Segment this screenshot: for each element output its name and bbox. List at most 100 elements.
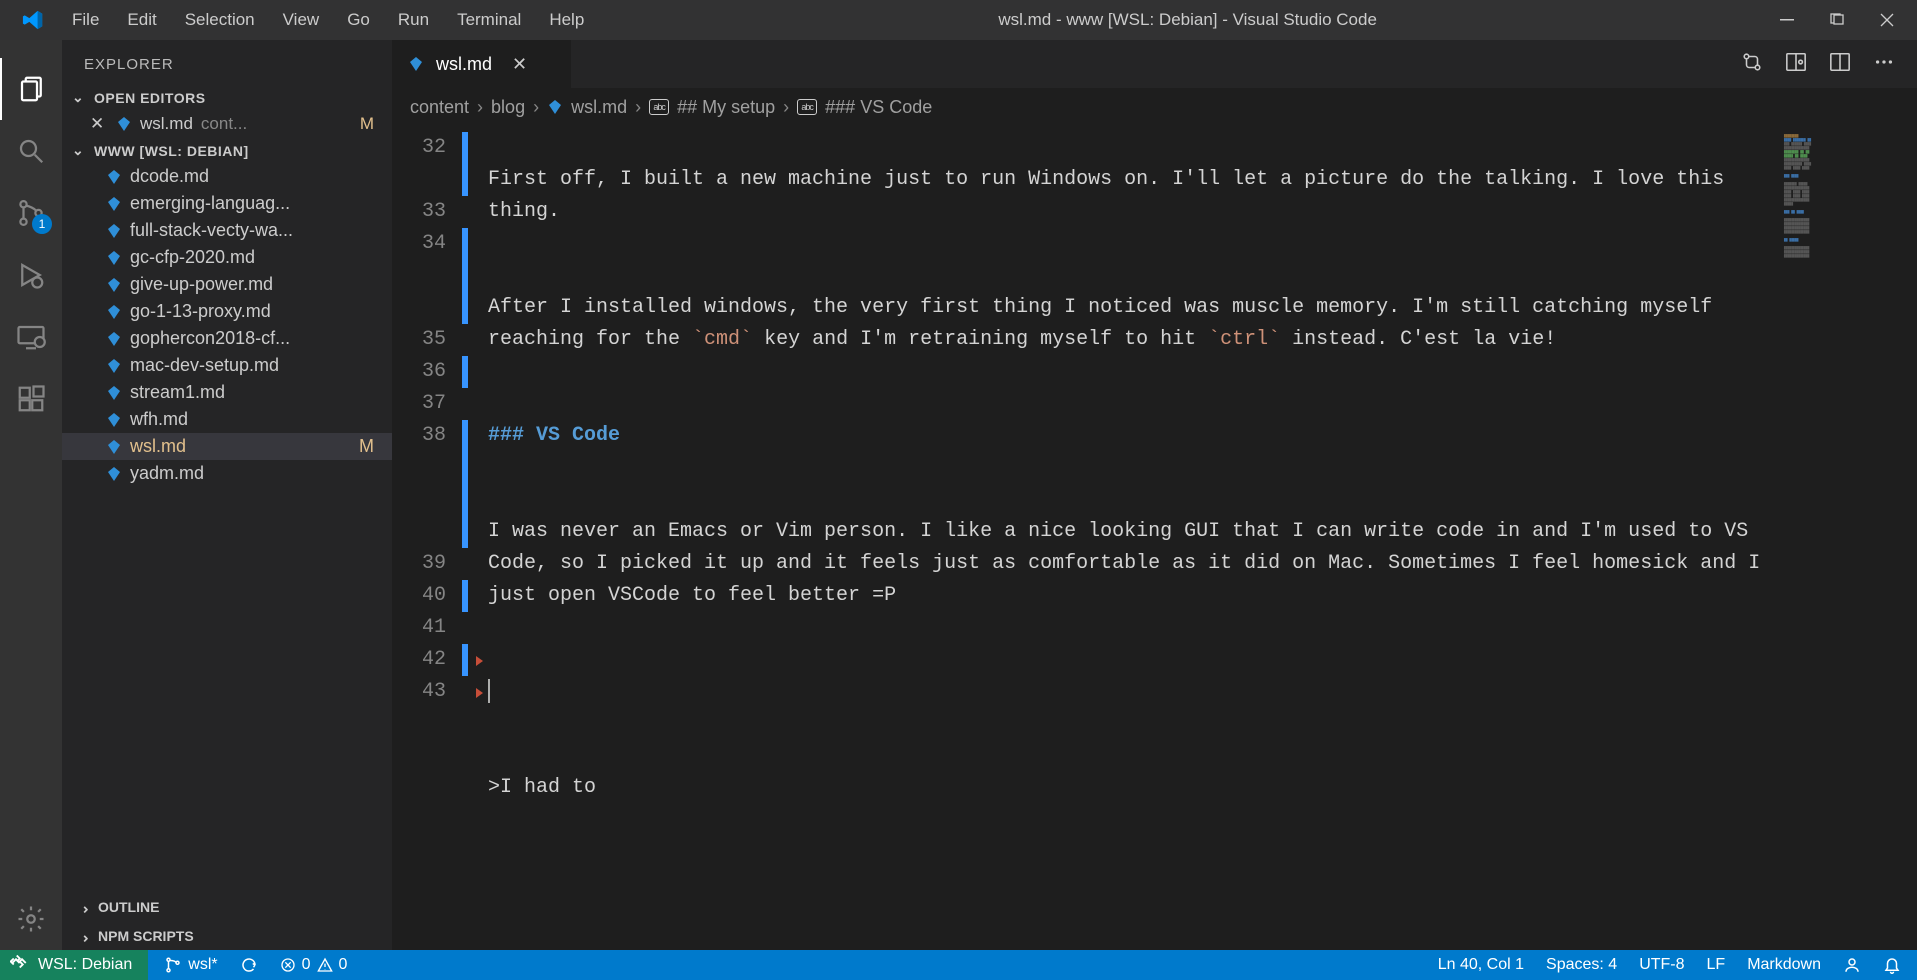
- tab-close-icon[interactable]: ✕: [512, 54, 527, 75]
- file-tree-item[interactable]: go-1-13-proxy.md: [62, 298, 392, 325]
- activity-source-control[interactable]: 1: [0, 182, 62, 244]
- open-editor-item[interactable]: ✕ wsl.md cont... M: [62, 110, 392, 138]
- file-tree-item[interactable]: gc-cfp-2020.md: [62, 244, 392, 271]
- status-sync[interactable]: [240, 956, 258, 974]
- status-eol[interactable]: LF: [1707, 956, 1726, 974]
- file-name: full-stack-vecty-wa...: [130, 220, 293, 241]
- explorer-sidebar: EXPLORER ⌄ OPEN EDITORS ✕ wsl.md cont...…: [62, 40, 392, 950]
- file-tree-item[interactable]: wfh.md: [62, 406, 392, 433]
- symbol-string-icon: abc: [649, 99, 669, 115]
- file-name: stream1.md: [130, 382, 225, 403]
- minimap[interactable]: ████████ ████ ███████ ██ ███ ██████ ████…: [1777, 126, 1917, 950]
- activity-bar: 1: [0, 40, 62, 950]
- title-bar: File Edit Selection View Go Run Terminal…: [0, 0, 1917, 40]
- file-tree-item[interactable]: gophercon2018-cf...: [62, 325, 392, 352]
- status-indentation[interactable]: Spaces: 4: [1546, 956, 1617, 974]
- status-cursor-position[interactable]: Ln 40, Col 1: [1438, 956, 1524, 974]
- file-tree-item[interactable]: dcode.md: [62, 163, 392, 190]
- file-name: go-1-13-proxy.md: [130, 301, 271, 322]
- close-button[interactable]: [1877, 10, 1897, 30]
- file-name: give-up-power.md: [130, 274, 273, 295]
- status-encoding[interactable]: UTF-8: [1639, 956, 1684, 974]
- markdown-file-icon: [106, 466, 122, 482]
- markdown-file-icon: [547, 99, 563, 115]
- menu-go[interactable]: Go: [333, 4, 384, 36]
- tab-wsl-md[interactable]: wsl.md ✕: [392, 40, 572, 88]
- breadcrumb-item[interactable]: ### VS Code: [825, 97, 932, 118]
- menu-file[interactable]: File: [58, 4, 113, 36]
- outline-label: OUTLINE: [98, 899, 159, 915]
- file-name: dcode.md: [130, 166, 209, 187]
- status-remote[interactable]: WSL: Debian: [0, 950, 148, 980]
- chevron-right-icon: ›: [783, 97, 789, 118]
- window-title: wsl.md - www [WSL: Debian] - Visual Stud…: [598, 10, 1777, 30]
- file-tree-item[interactable]: mac-dev-setup.md: [62, 352, 392, 379]
- tab-bar: wsl.md ✕: [392, 40, 1917, 88]
- menu-help[interactable]: Help: [535, 4, 598, 36]
- file-tree-item[interactable]: full-stack-vecty-wa...: [62, 217, 392, 244]
- file-name: wsl.md: [130, 436, 186, 457]
- activity-run-debug[interactable]: [0, 244, 62, 306]
- file-tree-item[interactable]: wsl.md M: [62, 433, 392, 460]
- outline-header[interactable]: ⌄ OUTLINE: [62, 892, 392, 921]
- menu-edit[interactable]: Edit: [113, 4, 170, 36]
- markdown-file-icon: [106, 331, 122, 347]
- activity-remote-explorer[interactable]: [0, 306, 62, 368]
- markdown-file-icon: [106, 196, 122, 212]
- breadcrumb[interactable]: content› blog› wsl.md› abc ## My setup› …: [392, 88, 1917, 126]
- split-editor-icon[interactable]: [1829, 51, 1851, 78]
- markdown-file-icon: [106, 169, 122, 185]
- menu-selection[interactable]: Selection: [171, 4, 269, 36]
- activity-extensions[interactable]: [0, 368, 62, 430]
- status-problems[interactable]: 0 0: [280, 956, 348, 974]
- breadcrumb-item[interactable]: blog: [491, 97, 525, 118]
- status-feedback-icon[interactable]: [1843, 956, 1861, 974]
- file-name: gc-cfp-2020.md: [130, 247, 255, 268]
- open-preview-side-icon[interactable]: [1785, 51, 1807, 78]
- code-content[interactable]: First off, I built a new machine just to…: [468, 126, 1777, 950]
- compare-changes-icon[interactable]: [1741, 51, 1763, 78]
- editor-body[interactable]: 32 3334 35363738 3940414243 First off, I…: [392, 126, 1917, 950]
- open-editors-header[interactable]: ⌄ OPEN EDITORS: [62, 85, 392, 110]
- breadcrumb-item[interactable]: wsl.md: [571, 97, 627, 118]
- minimize-button[interactable]: [1777, 10, 1797, 30]
- file-tree-item[interactable]: stream1.md: [62, 379, 392, 406]
- menu-terminal[interactable]: Terminal: [443, 4, 535, 36]
- markdown-file-icon: [408, 56, 424, 72]
- maximize-button[interactable]: [1827, 10, 1847, 30]
- status-notifications-icon[interactable]: [1883, 956, 1901, 974]
- file-name: emerging-languag...: [130, 193, 290, 214]
- file-name: wfh.md: [130, 409, 188, 430]
- workspace-header[interactable]: ⌄ WWW [WSL: DEBIAN]: [62, 138, 392, 163]
- chevron-right-icon: ⌄: [75, 927, 92, 945]
- file-tree-item[interactable]: give-up-power.md: [62, 271, 392, 298]
- deleted-line-marker-icon: [476, 688, 483, 698]
- explorer-title: EXPLORER: [62, 40, 392, 85]
- activity-settings[interactable]: [0, 888, 62, 950]
- status-language[interactable]: Markdown: [1747, 956, 1821, 974]
- file-tree-item[interactable]: emerging-languag...: [62, 190, 392, 217]
- chevron-right-icon: ›: [635, 97, 641, 118]
- status-branch[interactable]: wsl*: [164, 956, 217, 974]
- breadcrumb-item[interactable]: content: [410, 97, 469, 118]
- markdown-file-icon: [116, 116, 132, 132]
- modified-indicator: M: [359, 436, 380, 457]
- close-icon[interactable]: ✕: [90, 114, 108, 134]
- tab-label: wsl.md: [436, 54, 492, 75]
- code-line: After I installed windows, the very firs…: [488, 292, 1777, 356]
- markdown-file-icon: [106, 385, 122, 401]
- more-actions-icon[interactable]: [1873, 51, 1895, 78]
- npm-scripts-header[interactable]: ⌄NPM SCRIPTS: [62, 921, 392, 950]
- symbol-string-icon: abc: [797, 99, 817, 115]
- file-tree-item[interactable]: yadm.md: [62, 460, 392, 487]
- modified-indicator: M: [360, 114, 374, 134]
- menu-view[interactable]: View: [269, 4, 334, 36]
- breadcrumb-item[interactable]: ## My setup: [677, 97, 775, 118]
- file-name: yadm.md: [130, 463, 204, 484]
- error-count: 0: [302, 956, 311, 974]
- activity-search[interactable]: [0, 120, 62, 182]
- chevron-right-icon: ⌄: [75, 898, 92, 916]
- activity-explorer[interactable]: [0, 58, 62, 120]
- status-bar: WSL: Debian wsl* 0 0 Ln 40, Col 1 Spaces…: [0, 950, 1917, 980]
- menu-run[interactable]: Run: [384, 4, 443, 36]
